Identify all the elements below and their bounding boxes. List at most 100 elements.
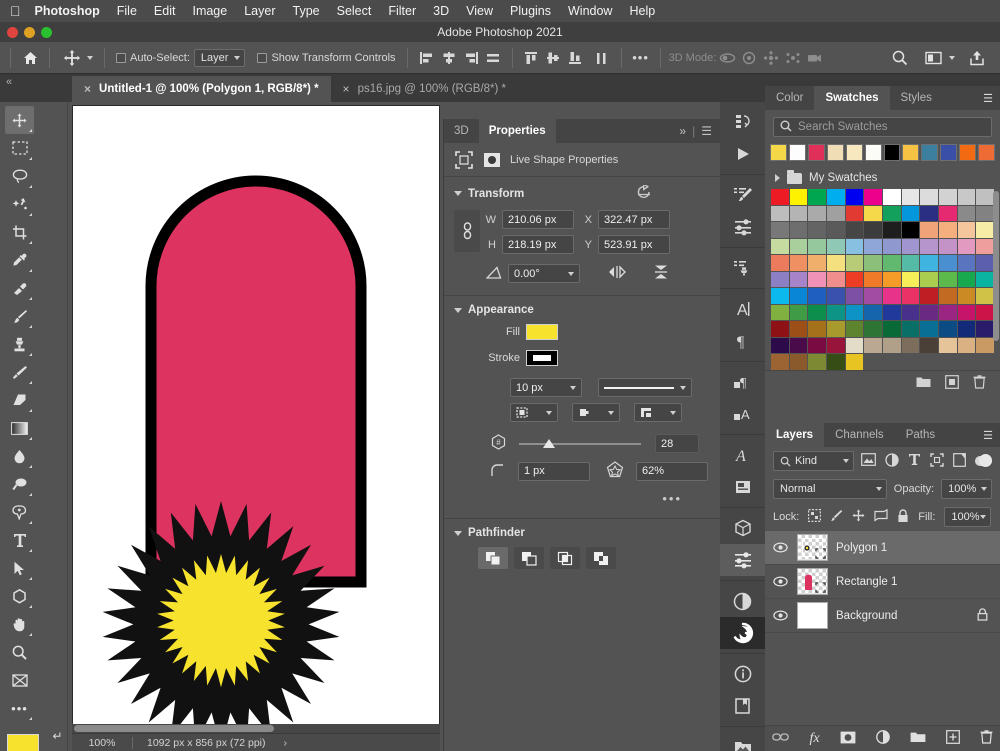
3d-panel-icon[interactable] [720, 512, 765, 544]
color-swatch[interactable] [920, 222, 938, 238]
color-swatch[interactable] [976, 321, 994, 337]
color-swatch[interactable] [808, 271, 826, 287]
corner-radius-input[interactable]: 1 px [518, 461, 590, 481]
color-swatch[interactable] [845, 321, 864, 337]
color-swatch[interactable] [789, 271, 808, 287]
layer-visibility-toggle[interactable] [771, 576, 789, 587]
stroke-align-select[interactable] [510, 403, 558, 422]
menu-window[interactable]: Window [568, 4, 612, 18]
align-vertical-centers-icon[interactable] [543, 47, 565, 69]
new-adjustment-layer-icon[interactable] [875, 730, 890, 747]
search-swatches-input[interactable]: Search Swatches [773, 117, 992, 137]
color-swatch[interactable] [976, 337, 994, 353]
workspace-switcher-icon[interactable] [922, 47, 944, 69]
color-swatch[interactable] [957, 222, 976, 238]
presets-panel-icon[interactable] [720, 731, 765, 751]
auto-select-checkbox[interactable] [116, 52, 126, 63]
color-swatch[interactable] [882, 337, 901, 353]
color-swatch[interactable] [771, 337, 789, 353]
recent-swatch[interactable] [826, 144, 844, 161]
character-panel-icon[interactable]: A [720, 293, 765, 325]
delete-swatch-icon[interactable] [973, 374, 986, 392]
color-swatch[interactable] [882, 304, 901, 320]
zoom-level[interactable]: 100% [72, 737, 132, 749]
tab-layers[interactable]: Layers [765, 423, 825, 447]
recent-swatch[interactable] [883, 144, 901, 161]
color-swatch[interactable] [789, 255, 808, 271]
properties-panel-icon[interactable] [720, 544, 765, 576]
color-swatch[interactable] [789, 337, 808, 353]
swatch-scrollbar[interactable] [993, 191, 999, 341]
recent-swatch[interactable] [940, 144, 958, 161]
color-swatch[interactable] [808, 238, 826, 254]
color-swatch[interactable] [789, 189, 808, 205]
color-swatch[interactable] [808, 288, 826, 304]
brush-tool[interactable] [5, 302, 34, 330]
recent-swatch[interactable] [770, 144, 787, 161]
tab-swatches[interactable]: Swatches [814, 86, 890, 110]
color-swatch[interactable] [976, 255, 994, 271]
color-swatch[interactable] [901, 288, 920, 304]
color-swatch[interactable] [920, 238, 938, 254]
color-swatch[interactable] [920, 288, 938, 304]
color-swatch[interactable] [826, 337, 845, 353]
color-swatch[interactable] [882, 222, 901, 238]
color-swatch[interactable] [938, 255, 957, 271]
color-swatch[interactable] [845, 337, 864, 353]
color-swatch[interactable] [789, 321, 808, 337]
chevron-down-icon[interactable] [87, 55, 93, 60]
fill-color-swatch[interactable] [526, 324, 558, 340]
swatch-group-my-swatches[interactable]: My Swatches [765, 167, 1000, 189]
scrollbar-thumb[interactable] [74, 725, 274, 732]
color-swatch[interactable] [901, 271, 920, 287]
rectangular-marquee-tool[interactable] [5, 134, 34, 162]
color-swatch[interactable] [845, 189, 864, 205]
color-swatch[interactable] [938, 222, 957, 238]
close-icon[interactable]: × [343, 82, 350, 96]
rotation-input[interactable]: 0.00° [508, 264, 580, 283]
menu-select[interactable]: Select [337, 4, 372, 18]
tab-paths[interactable]: Paths [895, 423, 946, 447]
more-options-icon[interactable]: ••• [630, 47, 652, 69]
flip-vertical-icon[interactable] [652, 264, 670, 283]
add-layer-mask-icon[interactable] [840, 731, 856, 747]
apple-logo-icon[interactable]:  [10, 4, 21, 18]
align-left-edges-icon[interactable] [416, 47, 438, 69]
color-swatch[interactable] [901, 189, 920, 205]
polygon-shape-tool[interactable] [5, 582, 34, 610]
show-transform-checkbox[interactable] [257, 52, 268, 63]
lock-transparent-pixels-icon[interactable] [808, 509, 822, 525]
color-swatch[interactable] [976, 222, 994, 238]
layer-thumbnail[interactable] [797, 602, 828, 629]
chevron-down-icon[interactable] [949, 55, 955, 60]
recent-swatch[interactable] [959, 144, 977, 161]
intersect-shapes-icon[interactable] [550, 547, 580, 569]
filter-type-icon[interactable] [908, 453, 921, 469]
distribute-horizontal-icon[interactable] [591, 47, 613, 69]
color-swatch[interactable] [957, 205, 976, 221]
flip-horizontal-icon[interactable] [606, 265, 628, 282]
menu-layer[interactable]: Layer [244, 4, 275, 18]
lock-all-icon[interactable] [897, 508, 909, 526]
color-swatch[interactable] [957, 304, 976, 320]
object-selection-tool[interactable] [5, 190, 34, 218]
color-swatch[interactable] [771, 354, 789, 370]
color-swatch[interactable] [938, 321, 957, 337]
color-swatch[interactable] [771, 288, 789, 304]
stroke-caps-select[interactable] [572, 403, 620, 422]
color-swatch[interactable] [920, 304, 938, 320]
lasso-tool[interactable] [5, 162, 34, 190]
color-swatch[interactable] [864, 238, 882, 254]
chevron-down-icon[interactable] [454, 307, 462, 313]
color-swatch[interactable] [864, 205, 882, 221]
color-swatch[interactable] [882, 321, 901, 337]
home-icon[interactable] [19, 47, 41, 69]
fill-input[interactable]: 100% [944, 507, 991, 527]
tab-3d[interactable]: 3D [444, 119, 479, 143]
align-top-edges-icon[interactable] [521, 47, 543, 69]
color-swatch[interactable] [789, 288, 808, 304]
color-swatch[interactable] [845, 304, 864, 320]
color-swatch[interactable] [771, 255, 789, 271]
color-swatch[interactable] [826, 189, 845, 205]
color-swatch[interactable] [864, 222, 882, 238]
